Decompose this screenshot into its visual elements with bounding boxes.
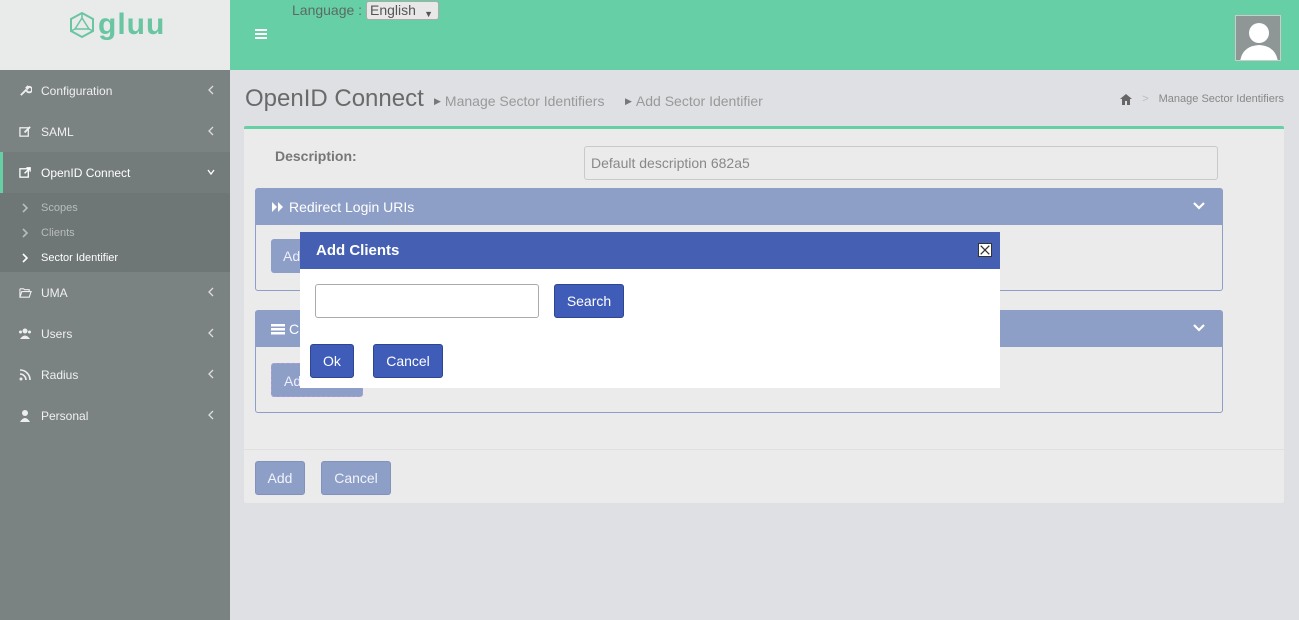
close-icon[interactable]: [978, 243, 992, 257]
double-chevron-right-icon: [272, 202, 283, 212]
chevron-down-icon[interactable]: [1193, 323, 1205, 333]
users-icon: [18, 327, 32, 341]
logo-area: gluu: [0, 0, 230, 70]
sidebar-item-label: UMA: [41, 285, 68, 300]
top-header: Language : English ▼: [230, 0, 1299, 70]
breadcrumb-separator: >: [1142, 93, 1149, 105]
sidebar-item-saml[interactable]: SAML: [0, 111, 230, 152]
sidebar-nav: Configuration SAML OpenID Connect Scopes: [0, 70, 230, 436]
sidebar-subitem-label: Scopes: [41, 201, 78, 214]
rss-icon: [18, 368, 32, 382]
sidebar-item-uma[interactable]: UMA: [0, 272, 230, 313]
language-select[interactable]: English ▼: [366, 1, 439, 20]
caret-right-icon: ▶: [434, 95, 441, 106]
dialog-cancel-button[interactable]: Cancel: [373, 344, 443, 378]
sidebar-item-personal[interactable]: Personal: [0, 395, 230, 436]
ok-button[interactable]: Ok: [310, 344, 354, 378]
chevron-down-icon[interactable]: [1193, 201, 1205, 211]
chevron-right-icon: [22, 227, 29, 238]
avatar-silhouette-icon: [1240, 23, 1278, 60]
cancel-button[interactable]: Cancel: [321, 461, 391, 495]
dialog-title: Add Clients: [316, 242, 400, 259]
list-icon: [271, 324, 285, 335]
add-button[interactable]: Add: [255, 461, 305, 495]
client-search-input[interactable]: [315, 284, 539, 318]
sidebar-item-users[interactable]: Users: [0, 313, 230, 354]
chevron-left-icon: [208, 328, 214, 338]
chevron-right-icon: [22, 252, 29, 263]
chevron-down-icon: [207, 169, 215, 176]
description-label: Description:: [275, 148, 357, 164]
sidebar-item-label: SAML: [41, 124, 74, 139]
sidebar: gluu Configuration SAML OpenID Connect S…: [0, 0, 230, 620]
user-icon: [18, 409, 32, 423]
sidebar-item-label: Radius: [41, 367, 79, 382]
sidebar-item-label: Personal: [41, 408, 89, 423]
sidebar-subitem-scopes[interactable]: Scopes: [0, 195, 230, 220]
dialog-header: Add Clients: [300, 232, 1000, 269]
panel-title: C: [289, 321, 300, 337]
openid-submenu: Scopes Clients Sector Identifier: [0, 193, 230, 272]
chevron-left-icon: [208, 287, 214, 297]
user-avatar[interactable]: [1235, 15, 1281, 61]
external-link-icon: [18, 166, 32, 180]
dropdown-arrow-icon: ▼: [424, 9, 433, 19]
chevron-left-icon: [208, 410, 214, 420]
chevron-left-icon: [208, 369, 214, 379]
edit-icon: [18, 125, 32, 139]
panel-title: Redirect Login URIs: [289, 199, 415, 215]
logo-text: gluu: [98, 8, 166, 41]
search-button[interactable]: Search: [554, 284, 624, 318]
description-input[interactable]: Default description 682a5: [584, 146, 1218, 180]
redirect-login-uris-header[interactable]: Redirect Login URIs: [256, 189, 1222, 225]
gluu-logo-icon: [70, 11, 94, 39]
hamburger-menu-icon[interactable]: [255, 28, 267, 40]
breadcrumb-label: Add Sector Identifier: [635, 93, 763, 109]
sidebar-subitem-sector-identifier[interactable]: Sector Identifier: [0, 245, 230, 270]
sidebar-item-configuration[interactable]: Configuration: [0, 70, 230, 111]
folder-open-icon: [18, 286, 32, 300]
breadcrumb-add-sector-identifier: ▶ Add Sector Identifier: [625, 93, 763, 109]
language-selected-value: English: [370, 2, 416, 18]
breadcrumb-right: > Manage Sector Identifiers: [1120, 93, 1284, 105]
wrench-icon: [18, 84, 32, 98]
sidebar-subitem-label: Clients: [41, 226, 75, 239]
sidebar-item-label: Configuration: [41, 83, 113, 98]
home-icon[interactable]: [1120, 93, 1133, 105]
breadcrumb-label: Manage Sector Identifiers: [444, 93, 605, 109]
sidebar-item-label: Users: [41, 326, 73, 341]
caret-right-icon: ▶: [625, 95, 632, 106]
breadcrumb-right-label[interactable]: Manage Sector Identifiers: [1159, 93, 1284, 105]
sidebar-item-openid-connect[interactable]: OpenID Connect: [0, 152, 230, 193]
sidebar-subitem-label: Sector Identifier: [41, 251, 119, 264]
chevron-left-icon: [208, 85, 214, 95]
gluu-logo[interactable]: gluu: [68, 10, 165, 40]
page-title: OpenID Connect: [245, 85, 424, 112]
breadcrumb-manage-sector-identifiers[interactable]: ▶ Manage Sector Identifiers: [434, 93, 604, 109]
sidebar-item-radius[interactable]: Radius: [0, 354, 230, 395]
sidebar-item-label: OpenID Connect: [41, 165, 131, 180]
chevron-right-icon: [22, 202, 29, 213]
add-clients-dialog: Add Clients Search Ok Cancel: [300, 232, 1000, 388]
sidebar-subitem-clients[interactable]: Clients: [0, 220, 230, 245]
chevron-left-icon: [208, 126, 214, 136]
form-footer-divider: [244, 449, 1284, 450]
language-label: Language :: [292, 2, 363, 18]
